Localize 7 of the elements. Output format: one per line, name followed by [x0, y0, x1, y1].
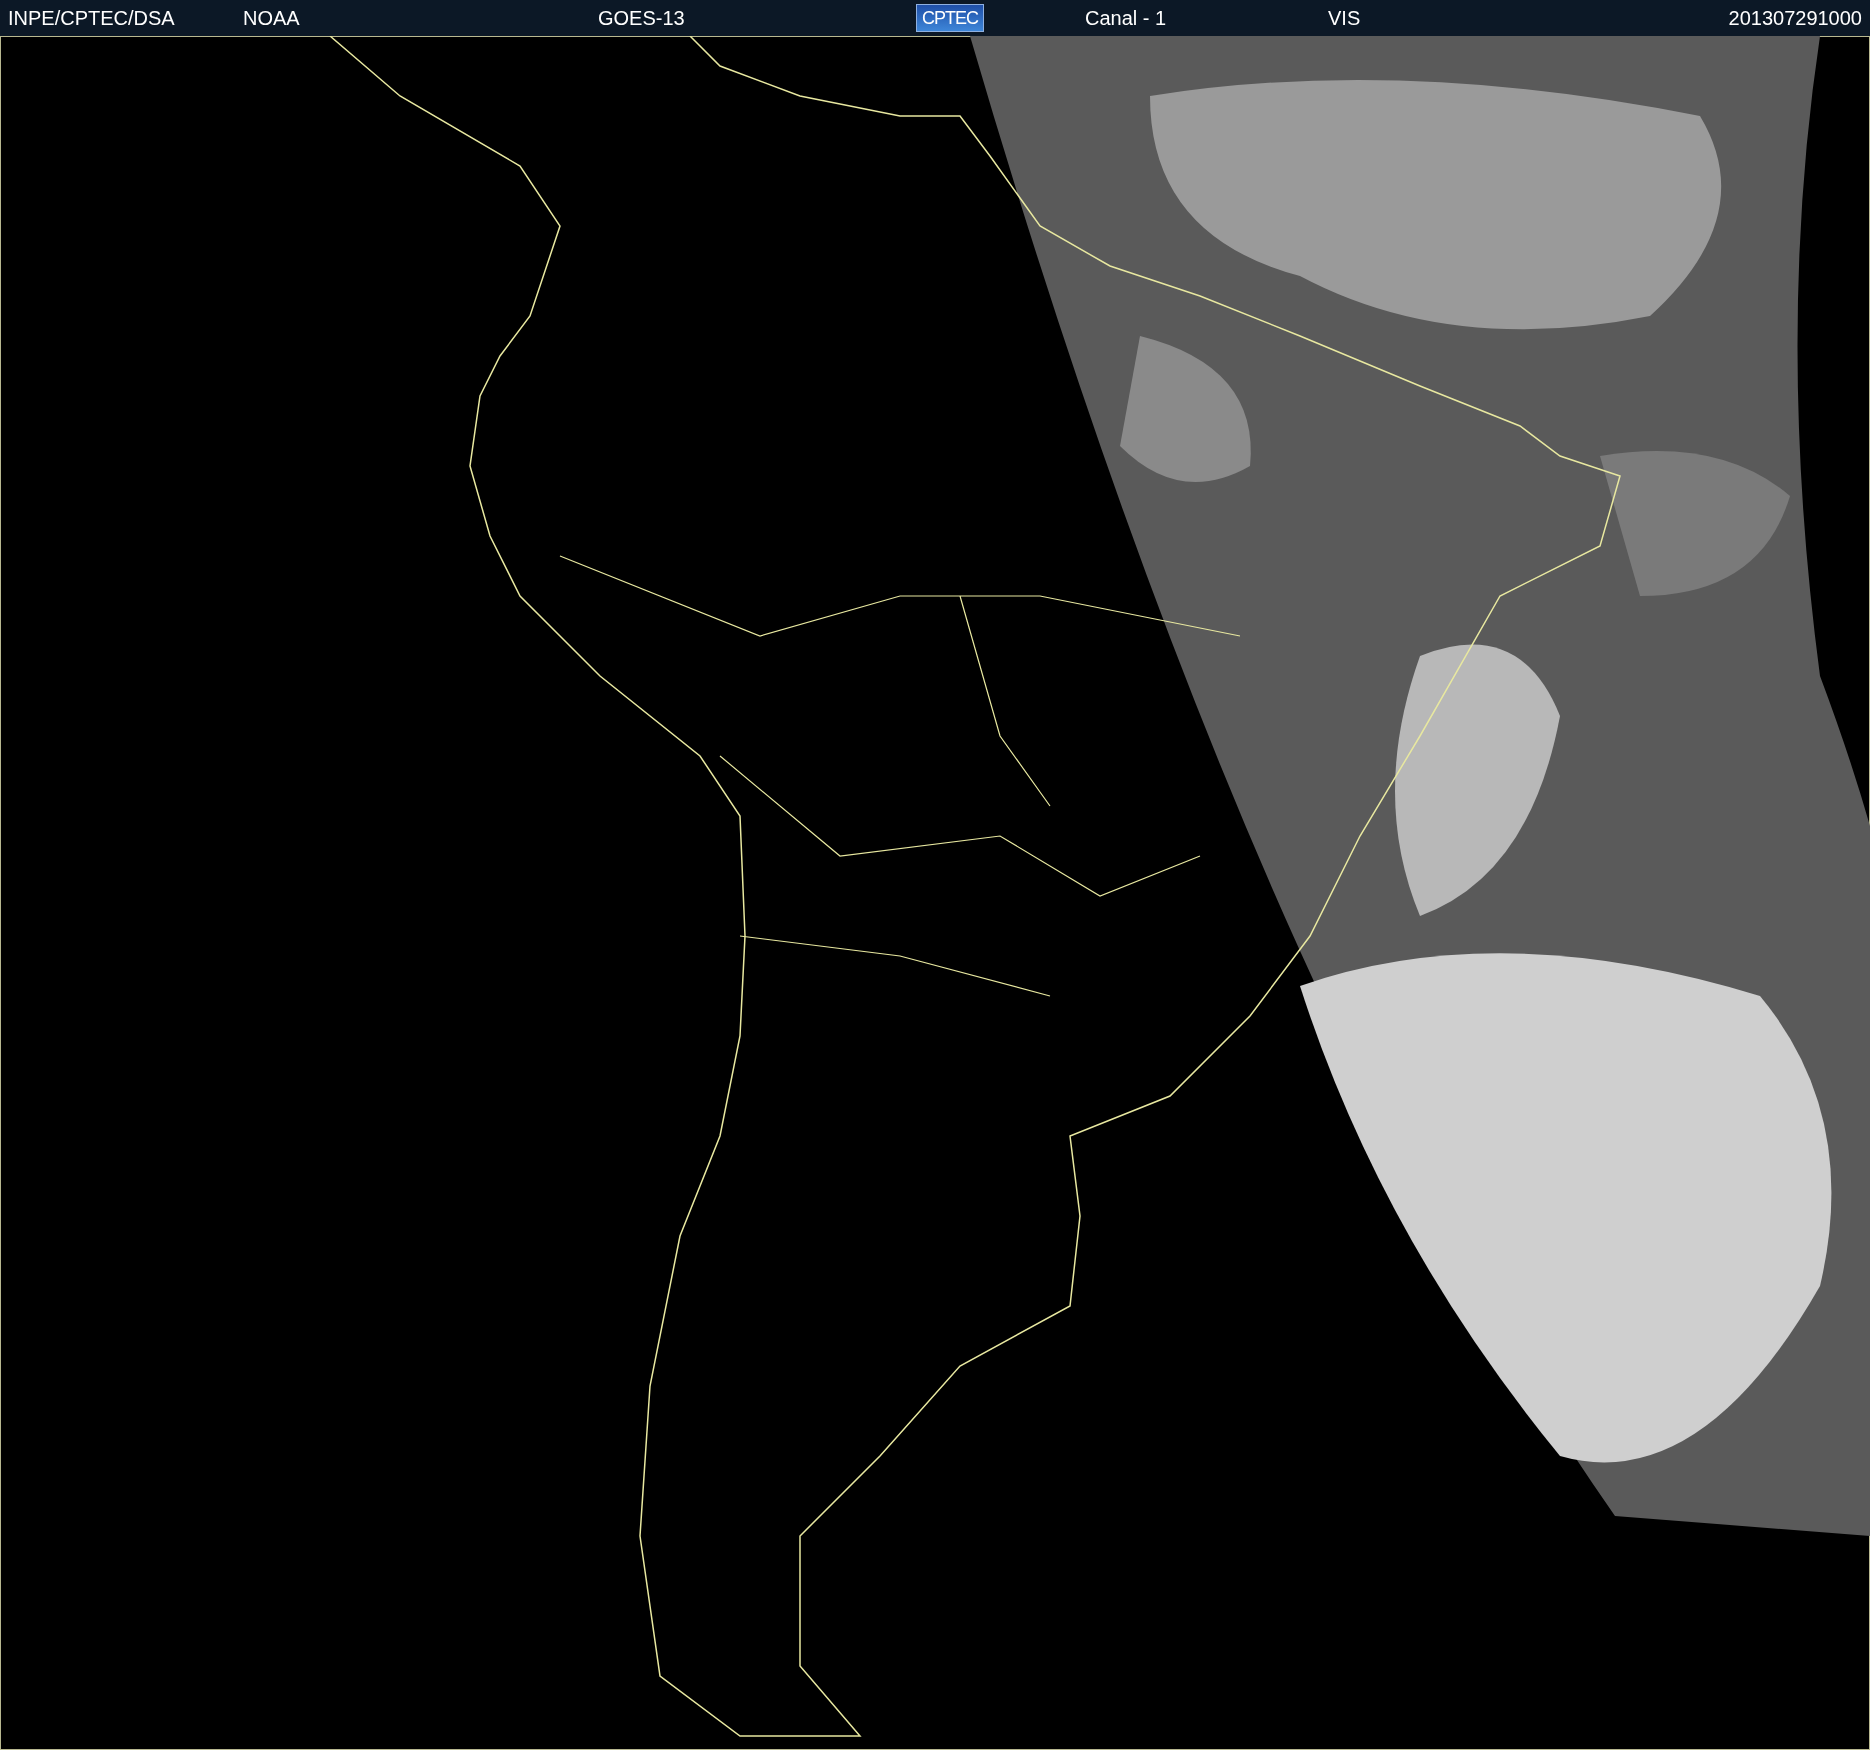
timestamp-label: 201307291000 — [1728, 6, 1862, 30]
channel-label: Canal - 1 — [1085, 6, 1168, 30]
satellite-label: GOES-13 — [598, 6, 686, 30]
agency-label: NOAA — [243, 6, 301, 30]
logo: CPTEC — [916, 4, 984, 32]
band-label: VIS — [1328, 6, 1361, 30]
source-label: INPE/CPTEC/DSA — [8, 6, 176, 30]
